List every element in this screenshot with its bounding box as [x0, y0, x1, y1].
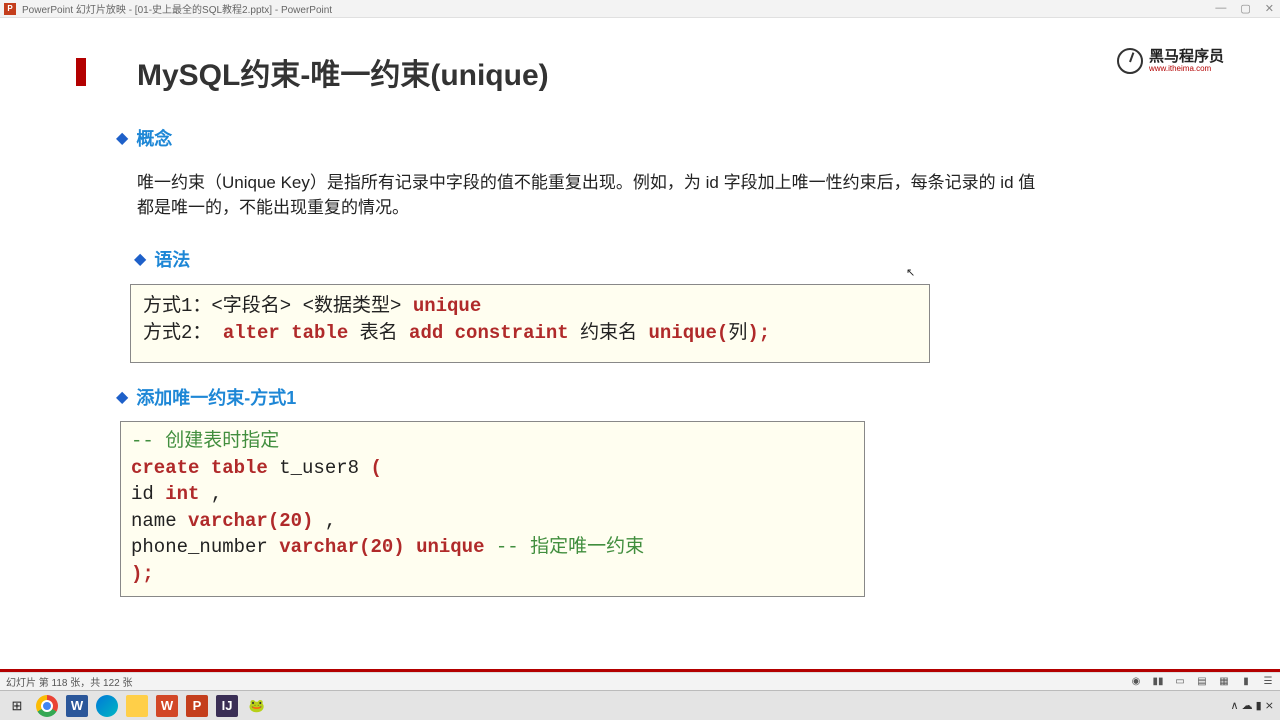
browser-icon[interactable] — [96, 695, 118, 717]
view-grid-icon[interactable]: ▦ — [1218, 676, 1230, 687]
view-slideshow-icon[interactable]: ▤ — [1196, 676, 1208, 687]
slide: MySQL约束-唯一约束(unique) 黑马程序员 www.itheima.c… — [0, 18, 1280, 672]
section-syntax-title: 语法 — [154, 246, 190, 272]
code-text: t_user8 — [268, 457, 371, 479]
brand-text: 黑马程序员 — [1149, 49, 1224, 64]
syntax-code-box: 方式1：<字段名> <数据类型> unique 方式2： alter table… — [130, 284, 930, 363]
slide-bottom-accent — [0, 669, 1280, 672]
code-keyword: ( — [370, 457, 381, 479]
code-keyword: alter table — [223, 322, 348, 344]
code-comment: -- 创建表时指定 — [131, 430, 279, 452]
code-text: id — [131, 483, 165, 505]
view-outline-icon[interactable]: ☰ — [1262, 676, 1274, 687]
code-keyword: unique( — [649, 322, 729, 344]
code-text: , — [313, 510, 336, 532]
code-keyword: unique — [416, 536, 484, 558]
example-code-box: -- 创建表时指定 create table t_user8 ( id int … — [120, 421, 865, 597]
powerpoint-icon: P — [4, 3, 16, 15]
view-reading-icon[interactable]: ▭ — [1174, 676, 1186, 687]
brand-url: www.itheima.com — [1149, 64, 1224, 73]
cursor-icon: ↖ — [906, 266, 915, 279]
wps-icon[interactable]: W — [156, 695, 178, 717]
code-keyword: ) — [302, 510, 313, 532]
view-present-icon[interactable]: ▮ — [1240, 676, 1252, 687]
diamond-icon: ◆ — [116, 387, 128, 407]
code-keyword: varchar( — [279, 536, 370, 558]
system-tray[interactable]: ∧ ☁ ▮ ⨯ — [1231, 699, 1275, 712]
code-comment: -- 指定唯一约束 — [496, 536, 644, 558]
maximize-button[interactable]: ▢ — [1240, 2, 1250, 15]
clock-icon — [1117, 48, 1143, 74]
app-window: P PowerPoint 幻灯片放映 - [01-史上最全的SQL教程2.ppt… — [0, 0, 1280, 720]
code-text: 列 — [728, 322, 747, 344]
code-keyword: ) — [393, 536, 404, 558]
code-text: 方式2： — [143, 322, 223, 344]
code-keyword: int — [165, 483, 199, 505]
code-keyword: ); — [747, 322, 770, 344]
start-button[interactable]: ⊞ — [6, 695, 28, 717]
section-method1-title: 添加唯一约束-方式1 — [136, 384, 296, 410]
code-text — [405, 536, 416, 558]
titlebar: P PowerPoint 幻灯片放映 - [01-史上最全的SQL教程2.ppt… — [0, 0, 1280, 18]
section-syntax: ◆ 语法 — [134, 246, 190, 272]
slide-counter: 幻灯片 第 118 张，共 122 张 — [6, 674, 133, 689]
code-number: 20 — [279, 510, 302, 532]
code-text: 约束名 — [569, 322, 649, 344]
tray-icons[interactable]: ∧ ☁ ▮ ⨯ — [1231, 699, 1275, 712]
section-concept-title: 概念 — [136, 125, 172, 151]
status-bar: 幻灯片 第 118 张，共 122 张 ◉ ▮▮ ▭ ▤ ▦ ▮ ☰ — [0, 672, 1280, 690]
code-keyword: varchar( — [188, 510, 279, 532]
brand-logo: 黑马程序员 www.itheima.com — [1117, 48, 1224, 74]
powerpoint-taskbar-icon[interactable]: P — [186, 695, 208, 717]
code-keyword: create table — [131, 457, 268, 479]
chrome-icon[interactable] — [36, 695, 58, 717]
diamond-icon: ◆ — [116, 128, 128, 148]
code-keyword: add constraint — [409, 322, 569, 344]
section-method1: ◆ 添加唯一约束-方式1 — [116, 384, 296, 410]
code-text — [485, 536, 496, 558]
code-text: , — [199, 483, 222, 505]
view-sorter-icon[interactable]: ▮▮ — [1152, 676, 1164, 687]
app-icon[interactable]: 🐸 — [246, 695, 268, 717]
concept-paragraph: 唯一约束（Unique Key）是指所有记录中字段的值不能重复出现。例如，为 i… — [137, 171, 1050, 220]
code-text: name — [131, 510, 188, 532]
code-number: 20 — [370, 536, 393, 558]
diamond-icon: ◆ — [134, 249, 146, 269]
code-keyword: unique — [413, 295, 481, 317]
ide-icon[interactable]: IJ — [216, 695, 238, 717]
folder-icon[interactable] — [126, 695, 148, 717]
word-icon[interactable]: W — [66, 695, 88, 717]
code-text: 方式1：<字段名> <数据类型> — [143, 295, 413, 317]
code-text: 表名 — [348, 322, 409, 344]
slide-title: MySQL约束-唯一约束(unique) — [137, 50, 549, 94]
close-button[interactable]: ✕ — [1265, 2, 1274, 15]
code-text: phone_number — [131, 536, 279, 558]
slideshow-stage[interactable]: MySQL约束-唯一约束(unique) 黑马程序员 www.itheima.c… — [0, 18, 1280, 672]
section-concept: ◆ 概念 — [116, 125, 172, 151]
taskbar[interactable]: ⊞ W W P IJ 🐸 ∧ ☁ ▮ ⨯ — [0, 690, 1280, 720]
title-accent — [76, 58, 86, 86]
code-keyword: ); — [131, 563, 154, 585]
window-title: PowerPoint 幻灯片放映 - [01-史上最全的SQL教程2.pptx]… — [22, 1, 332, 16]
view-normal-icon[interactable]: ◉ — [1130, 676, 1142, 687]
minimize-button[interactable]: — — [1215, 2, 1226, 15]
status-bar-right: ◉ ▮▮ ▭ ▤ ▦ ▮ ☰ — [1130, 676, 1274, 687]
